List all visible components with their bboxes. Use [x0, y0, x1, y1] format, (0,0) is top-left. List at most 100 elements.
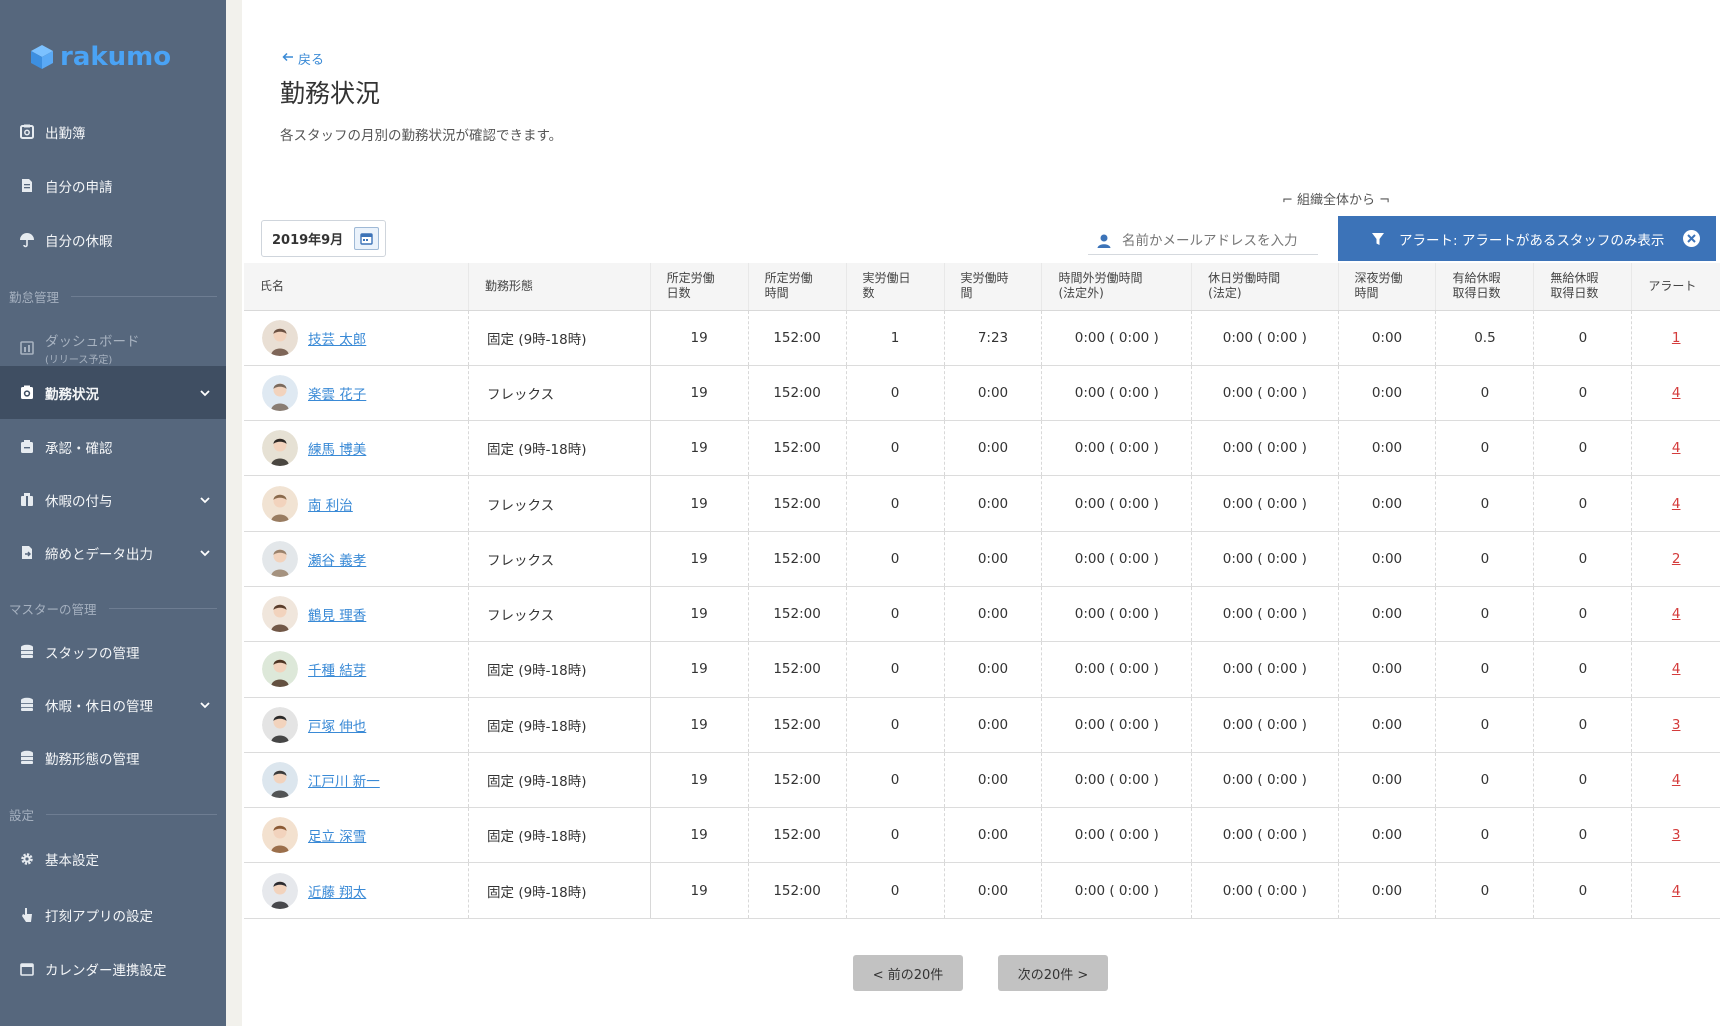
- month-picker[interactable]: 2019年9月: [261, 220, 386, 257]
- overtime-cell: 0:00 ( 0:00 ): [1041, 310, 1192, 366]
- avatar: [262, 374, 298, 411]
- holiday-work-cell: 0:00 ( 0:00 ): [1191, 807, 1339, 864]
- alert-count-link[interactable]: 4: [1672, 661, 1681, 677]
- sidebar-item-my-requests[interactable]: 自分の申請: [0, 159, 226, 212]
- scope-selector[interactable]: ⌐ 組織全体から ¬: [1282, 189, 1390, 208]
- scheduled-days-cell: 19: [649, 752, 749, 809]
- actual-days-cell: 0: [845, 420, 944, 477]
- alert-count-link[interactable]: 4: [1672, 883, 1681, 899]
- staff-name-link[interactable]: 瀬谷 義孝: [308, 549, 366, 569]
- alert-count-link[interactable]: 4: [1672, 440, 1681, 456]
- alert-count-link[interactable]: 4: [1672, 496, 1681, 512]
- table-row: 南 利治 フレックス 19 152:00 0 0:00 0:00 ( 0:00 ) 0:00 …: [244, 475, 1720, 532]
- sidebar-item-work-status[interactable]: 勤務状況: [0, 366, 226, 419]
- scheduled-hours-cell: 152:00: [747, 697, 847, 753]
- next-page-button[interactable]: 次の20件 >: [998, 955, 1108, 991]
- alert-count-link[interactable]: 4: [1672, 772, 1681, 788]
- staff-name-link[interactable]: 戸塚 伸也: [308, 715, 366, 735]
- overtime-cell: 0:00 ( 0:00 ): [1041, 420, 1192, 477]
- back-link[interactable]: 戻る: [282, 49, 324, 68]
- sidebar-item-approval[interactable]: 承認・確認: [0, 420, 226, 473]
- scheduled-days-cell: 19: [649, 310, 749, 366]
- table-row: 足立 深雪 固定 (9時-18時) 19 152:00 0 0:00 0:00 ( 0:00…: [244, 807, 1720, 864]
- paid-leave-cell: 0: [1435, 586, 1534, 643]
- holiday-work-cell: 0:00 ( 0:00 ): [1191, 365, 1339, 422]
- unpaid-leave-cell: 0: [1533, 310, 1632, 366]
- holiday-work-cell: 0:00 ( 0:00 ): [1191, 697, 1339, 753]
- staff-name-link[interactable]: 楽雲 花子: [308, 383, 366, 403]
- paid-leave-cell: 0: [1435, 420, 1534, 477]
- paid-leave-cell: 0: [1435, 641, 1534, 698]
- alert-count-link[interactable]: 4: [1672, 606, 1681, 622]
- avatar: [262, 596, 298, 633]
- sidebar-item-label: スタッフの管理: [45, 645, 140, 662]
- sidebar-item-label: 休暇・休日の管理: [45, 698, 153, 715]
- alert-count-link[interactable]: 1: [1672, 330, 1681, 346]
- actual-days-cell: 0: [845, 475, 944, 532]
- table-row: 楽雲 花子 フレックス 19 152:00 0 0:00 0:00 ( 0:00 ) 0:00…: [244, 365, 1720, 422]
- sidebar-item-closing-export[interactable]: 締めとデータ出力: [0, 526, 226, 579]
- sidebar-item-calendar-integration[interactable]: カレンダー連携設定: [0, 942, 226, 995]
- staff-name-cell: 千種 結芽: [244, 641, 469, 698]
- search-input[interactable]: [1122, 232, 1317, 249]
- work-type-cell: 固定 (9時-18時): [468, 752, 651, 809]
- work-type-cell: 固定 (9時-18時): [468, 310, 651, 366]
- sidebar-item-work-pattern-management[interactable]: 勤務形態の管理: [0, 731, 226, 784]
- database-calendar-icon: [19, 697, 35, 713]
- alert-count-link[interactable]: 2: [1672, 551, 1681, 567]
- holiday-work-cell: 0:00 ( 0:00 ): [1191, 641, 1339, 698]
- avatar: [262, 319, 298, 356]
- unpaid-leave-cell: 0: [1533, 752, 1632, 809]
- scheduled-days-cell: 19: [649, 697, 749, 753]
- scheduled-hours-cell: 152:00: [747, 531, 847, 587]
- staff-name-link[interactable]: 江戸川 新一: [308, 770, 380, 790]
- close-icon[interactable]: [1683, 230, 1700, 247]
- staff-name-link[interactable]: 南 利治: [308, 494, 353, 514]
- sidebar-item-clock-app-settings[interactable]: 打刻アプリの設定: [0, 888, 226, 941]
- unpaid-leave-cell: 0: [1533, 586, 1632, 643]
- actual-hours-cell: 7:23: [943, 310, 1042, 366]
- staff-search[interactable]: [1088, 227, 1318, 255]
- sidebar-item-sublabel: (リリース予定): [45, 355, 113, 366]
- sidebar-item-grant-leave[interactable]: 休暇の付与: [0, 473, 226, 526]
- avatar: [262, 651, 298, 688]
- night-work-cell: 0:00: [1337, 697, 1436, 753]
- overtime-cell: 0:00 ( 0:00 ): [1041, 365, 1192, 422]
- sidebar-item-attendance-book[interactable]: 出勤簿: [0, 105, 226, 158]
- chevron-down-icon: [198, 493, 212, 507]
- sidebar-item-leave-holiday-management[interactable]: 休暇・休日の管理: [0, 678, 226, 731]
- sidebar-item-basic-settings[interactable]: 基本設定: [0, 832, 226, 885]
- col-actual-hours-header: 実労働時 間: [943, 263, 1042, 311]
- col-night-work-header: 深夜労働 時間: [1337, 263, 1436, 311]
- night-work-cell: 0:00: [1337, 365, 1436, 422]
- alert-cell: 2: [1631, 531, 1720, 587]
- sidebar-item-staff-management[interactable]: スタッフの管理: [0, 625, 226, 678]
- unpaid-leave-cell: 0: [1533, 420, 1632, 477]
- paid-leave-cell: 0: [1435, 475, 1534, 532]
- sidebar-item-my-leave[interactable]: 自分の休暇: [0, 213, 226, 266]
- avatar: [262, 706, 298, 743]
- sidebar: rakumo 出勤簿 自分の申請 自分の休暇 勤怠管理 ダッシュボード (リリー…: [0, 0, 226, 1026]
- table-row: 鶴見 理香 フレックス 19 152:00 0 0:00 0:00 ( 0:00 ) 0:00…: [244, 586, 1720, 643]
- rakumo-logo[interactable]: rakumo: [30, 40, 171, 74]
- table-row: 江戸川 新一 固定 (9時-18時) 19 152:00 0 0:00 0:00 ( 0:0…: [244, 752, 1720, 809]
- alert-count-link[interactable]: 3: [1672, 717, 1681, 733]
- alert-filter-chip[interactable]: アラート: アラートがあるスタッフのみ表示: [1338, 216, 1716, 261]
- col-scheduled-days-header: 所定労働 日数: [649, 263, 749, 311]
- stamp-icon: [19, 439, 35, 455]
- staff-name-link[interactable]: 練馬 博美: [308, 438, 366, 458]
- alert-count-link[interactable]: 4: [1672, 385, 1681, 401]
- prev-page-button[interactable]: < 前の20件: [853, 955, 963, 991]
- staff-name-link[interactable]: 鶴見 理香: [308, 604, 366, 624]
- col-paid-leave-header: 有給休暇 取得日数: [1435, 263, 1534, 311]
- staff-name-link[interactable]: 近藤 翔太: [308, 881, 366, 901]
- actual-hours-cell: 0:00: [943, 365, 1042, 422]
- staff-name-link[interactable]: 足立 深雪: [308, 825, 366, 845]
- alert-count-link[interactable]: 3: [1672, 827, 1681, 843]
- staff-name-link[interactable]: 技芸 太郎: [308, 328, 366, 348]
- calendar-button[interactable]: [354, 227, 379, 250]
- staff-name-link[interactable]: 千種 結芽: [308, 659, 366, 679]
- work-type-cell: フレックス: [468, 365, 651, 422]
- actual-days-cell: 0: [845, 862, 944, 919]
- sidebar-item-label: ダッシュボード: [45, 334, 140, 350]
